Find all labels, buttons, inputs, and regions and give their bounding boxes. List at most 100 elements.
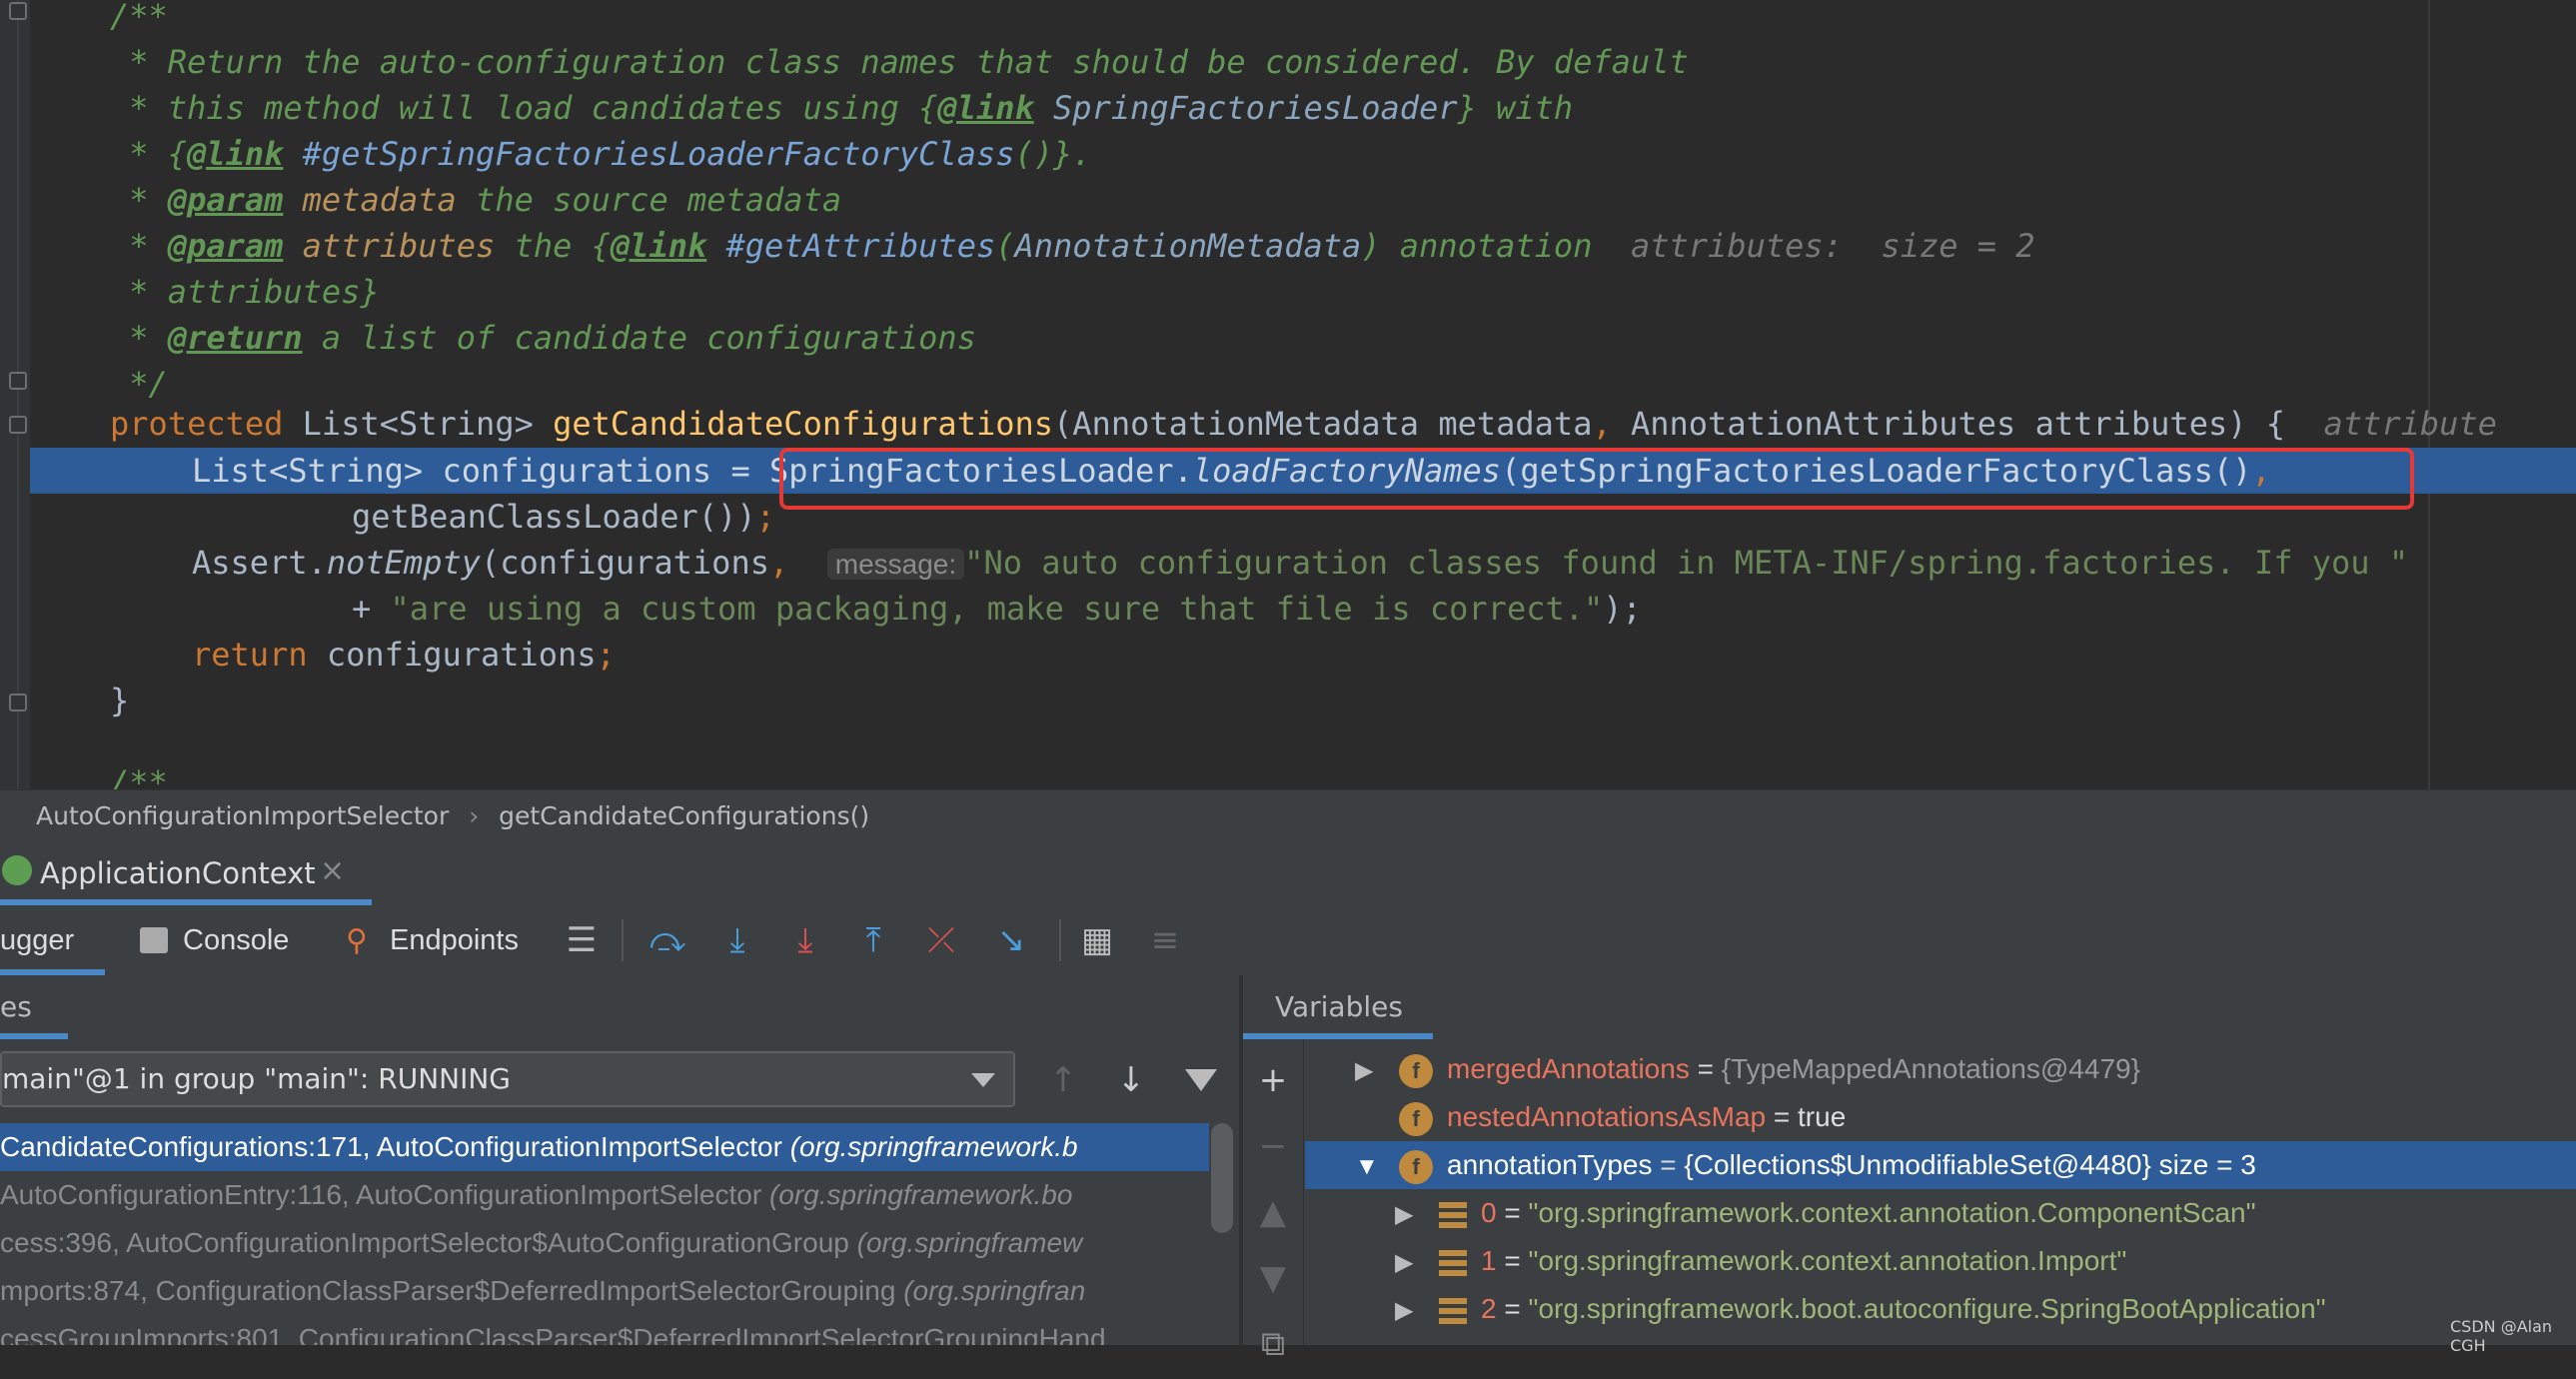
drop-frame-icon[interactable]: ⤫ — [919, 905, 963, 975]
filter-icon[interactable] — [1185, 1069, 1217, 1091]
expand-arrow-icon[interactable]: ▶ — [1395, 1239, 1439, 1287]
run-tab-bar — [0, 841, 2576, 906]
endpoints-icon: ⚲ — [346, 923, 368, 958]
frame-package: (org.springfran — [903, 1275, 1086, 1306]
watermark: CSDN @Alan CGH — [2450, 1317, 2553, 1355]
expand-arrow-icon[interactable]: ▶ — [1395, 1191, 1439, 1239]
array-element-icon — [1439, 1297, 1467, 1324]
force-step-into-icon[interactable]: ⤓ — [783, 905, 827, 975]
stack-frame-item[interactable]: CandidateConfigurations:171, AutoConfigu… — [0, 1123, 1209, 1171]
variable-row[interactable]: ▼ f annotationTypes = {Collections$Unmodif… — [1355, 1141, 2574, 1189]
variable-name: 1 — [1481, 1245, 1497, 1276]
expand-arrow-icon[interactable]: ▶ — [1355, 1047, 1399, 1095]
breadcrumb-item[interactable]: getCandidateConfigurations() — [499, 801, 869, 830]
frame-method: CandidateConfigurations:171, AutoConfigu… — [0, 1131, 790, 1162]
variable-row[interactable]: ▶ 2 = "org.springframework.boot.autoconfi… — [1395, 1285, 2574, 1333]
move-down-icon[interactable]: ▼ — [1251, 1243, 1295, 1313]
panel-title: Variables — [1275, 990, 1403, 1023]
tab-label: ApplicationContext — [40, 856, 316, 890]
breadcrumb: AutoConfigurationImportSelector › getCan… — [0, 789, 2576, 842]
arrow-down-icon[interactable]: ↓ — [1109, 1045, 1153, 1115]
frame-package: (org.springframework.bo — [768, 1179, 1073, 1210]
javadoc-line: * attributes} — [110, 273, 380, 311]
frame-method: mports:874, ConfigurationClassParser$Def… — [0, 1275, 904, 1306]
add-watch-icon[interactable]: + — [1251, 1045, 1295, 1115]
thread-selector[interactable]: main"@1 in group "main": RUNNING — [0, 1051, 1015, 1107]
method-signature: protected List<String> getCandidateConfi… — [110, 405, 2497, 443]
stack-frame-item[interactable]: AutoConfigurationEntry:116, AutoConfigur… — [0, 1171, 1209, 1219]
variable-value: {TypeMappedAnnotations@4479} — [1721, 1053, 2140, 1084]
collapse-arrow-icon[interactable]: ▼ — [1355, 1143, 1399, 1191]
fold-marker-icon[interactable] — [9, 693, 27, 711]
field-icon: f — [1399, 1101, 1433, 1136]
variables-panel: Variables + − ▲ ▼ ⧉ ▶ f mergedAnnotations … — [1243, 975, 2576, 1364]
close-icon[interactable]: × — [320, 841, 345, 901]
debugger-toolbar: ugger Console ⚲ Endpoints ☰ ⤼ ⤓ ⤓ ⤒ ⤫ ↘ … — [0, 905, 2576, 976]
code-line: Assert.notEmpty(configurations, message:… — [192, 544, 2409, 582]
code-line: getBeanClassLoader()); — [352, 498, 775, 536]
stack-frame-item[interactable]: cessGroupImports:801, ConfigurationClass… — [0, 1315, 1209, 1345]
javadoc-line: * Return the auto-configuration class na… — [110, 43, 1689, 81]
gutter-divider — [17, 0, 19, 789]
panel-title: es — [0, 990, 32, 1023]
fold-marker-icon[interactable] — [9, 372, 27, 390]
variable-value: {Collections$UnmodifiableSet@4480} size … — [1684, 1149, 2256, 1180]
array-element-icon — [1439, 1249, 1467, 1276]
variable-row[interactable]: ▶ f mergedAnnotations = {TypeMappedAnnotat… — [1355, 1045, 2574, 1093]
stack-frame-item[interactable]: mports:874, ConfigurationClassParser$Def… — [0, 1267, 1209, 1315]
stack-frame-item[interactable]: cess:396, AutoConfigurationImportSelecto… — [0, 1219, 1209, 1267]
run-to-cursor-icon[interactable]: ↘ — [989, 905, 1033, 975]
active-tab-indicator — [0, 1033, 68, 1039]
remove-watch-icon[interactable]: − — [1251, 1111, 1295, 1181]
editor-gutter[interactable] — [0, 0, 30, 789]
tab-endpoints[interactable]: Endpoints — [390, 905, 519, 975]
code-line: return configurations; — [192, 636, 616, 674]
javadoc-line: /** — [110, 0, 168, 35]
variable-row[interactable]: ▶ 1 = "org.springframework.context.annota… — [1395, 1237, 2574, 1285]
code-editor[interactable]: /** * Return the auto-configuration clas… — [0, 0, 2576, 789]
breadcrumb-separator: › — [469, 801, 480, 830]
frame-list: CandidateConfigurations:171, AutoConfigu… — [0, 1123, 1209, 1345]
variable-name: mergedAnnotations — [1447, 1053, 1690, 1084]
variable-name: 2 — [1481, 1293, 1497, 1324]
array-element-icon — [1439, 1201, 1467, 1228]
variable-equals: = — [1689, 1053, 1722, 1084]
variable-row[interactable]: ▶ 0 = "org.springframework.context.annota… — [1395, 1189, 2574, 1237]
fold-marker-icon[interactable] — [9, 2, 27, 20]
move-up-icon[interactable]: ▲ — [1251, 1177, 1295, 1247]
step-into-icon[interactable]: ⤓ — [715, 905, 759, 975]
tab-console[interactable]: Console — [183, 905, 289, 975]
breadcrumb-item[interactable]: AutoConfigurationImportSelector — [36, 801, 449, 830]
variable-equals: = — [1496, 1293, 1529, 1324]
layout-menu-icon[interactable]: ☰ — [560, 905, 604, 975]
copy-watch-icon[interactable]: ⧉ — [1251, 1309, 1295, 1379]
tab-applicationcontext[interactable]: ApplicationContext × — [0, 841, 372, 905]
scrollbar[interactable] — [1211, 1123, 1233, 1233]
toolbar-separator — [622, 919, 624, 961]
variable-name: nestedAnnotationsAsMap — [1447, 1101, 1767, 1132]
variable-equals: = — [1496, 1197, 1529, 1228]
trace-stream-icon[interactable]: ≡ — [1143, 905, 1187, 975]
code-line: + "are using a custom packaging, make su… — [352, 590, 1642, 628]
evaluate-expression-icon[interactable]: ▦ — [1075, 905, 1119, 975]
frame-method: AutoConfigurationEntry:116, AutoConfigur… — [0, 1179, 769, 1210]
variable-row[interactable]: f nestedAnnotationsAsMap = true — [1355, 1093, 2574, 1141]
console-icon — [140, 927, 168, 953]
expand-arrow-icon[interactable]: ▶ — [1395, 1287, 1439, 1335]
highlight-annotation-box — [779, 448, 2414, 510]
javadoc-line: * this method will load candidates using… — [110, 89, 1574, 127]
parameter-hint: message: — [826, 549, 965, 580]
variable-value: "org.springframework.context.annotation.… — [1528, 1245, 2127, 1276]
variable-tree: ▶ f mergedAnnotations = {TypeMappedAnnotat… — [1305, 1045, 2576, 1345]
step-over-icon[interactable]: ⤼ — [645, 905, 689, 975]
right-margin-guide — [2428, 0, 2430, 789]
variable-equals: = — [1766, 1101, 1799, 1132]
frame-package: (org.springframework.b — [789, 1131, 1078, 1162]
arrow-up-icon[interactable]: ↑ — [1041, 1045, 1085, 1115]
variable-value: "org.springframework.boot.autoconfigure.… — [1528, 1293, 2326, 1324]
step-out-icon[interactable]: ⤒ — [851, 905, 895, 975]
tab-debugger[interactable]: ugger — [0, 905, 74, 975]
variable-value: "org.springframework.context.annotation.… — [1528, 1197, 2256, 1228]
frame-method: cessGroupImports:801, ConfigurationClass… — [0, 1323, 1106, 1345]
fold-marker-icon[interactable] — [9, 416, 27, 434]
